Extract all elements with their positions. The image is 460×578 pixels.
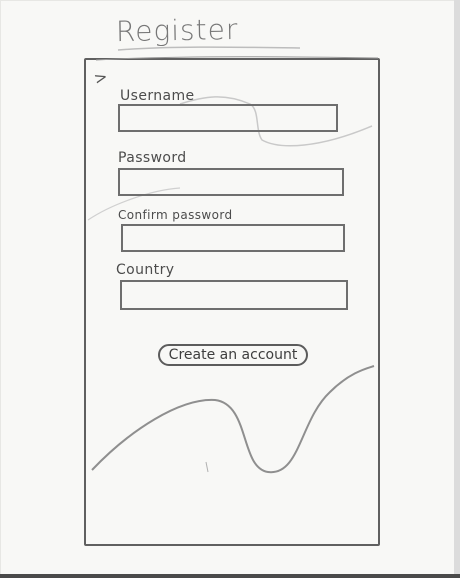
paper-bottom-edge bbox=[0, 574, 460, 578]
username-label: Username bbox=[120, 88, 195, 104]
country-label: Country bbox=[116, 262, 175, 278]
paper-edge bbox=[454, 0, 460, 574]
username-field[interactable] bbox=[118, 104, 338, 132]
create-account-button[interactable]: Create an account bbox=[158, 344, 308, 366]
password-field[interactable] bbox=[118, 168, 344, 196]
confirm-password-field[interactable] bbox=[121, 224, 345, 252]
password-label: Password bbox=[118, 150, 187, 166]
country-field[interactable] bbox=[120, 280, 348, 310]
confirm-password-label: Confirm password bbox=[118, 208, 233, 222]
page-title: Register bbox=[115, 12, 239, 49]
